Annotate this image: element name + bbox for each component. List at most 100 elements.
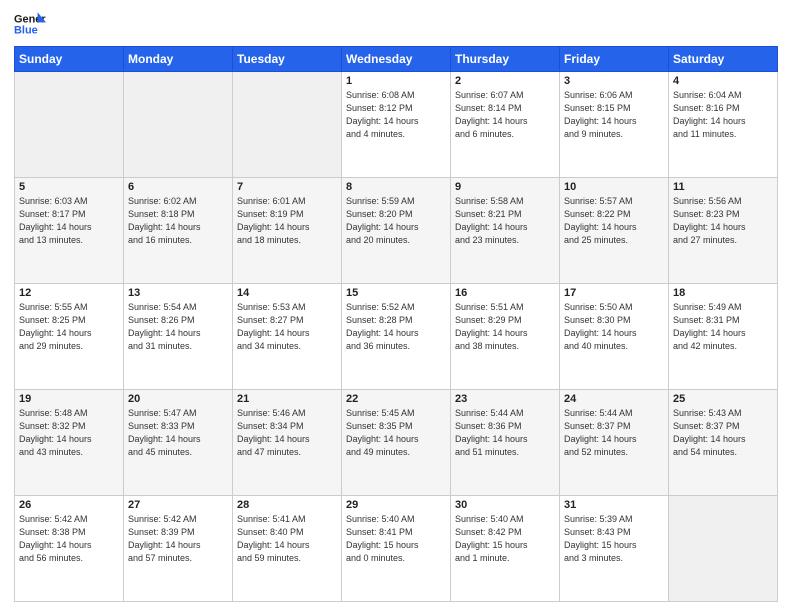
- day-detail: Sunrise: 5:40 AM Sunset: 8:41 PM Dayligh…: [346, 513, 446, 565]
- header: General Blue: [14, 10, 778, 38]
- calendar-cell: 24 Sunrise: 5:44 AM Sunset: 8:37 PM Dayli…: [560, 390, 669, 496]
- day-number: 12: [19, 287, 119, 299]
- calendar-cell: 6Sunrise: 6:02 AM Sunset: 8:18 PM Daylig…: [124, 178, 233, 284]
- day-detail: Sunrise: 6:06 AM Sunset: 8:15 PM Dayligh…: [564, 89, 664, 141]
- calendar-cell: [15, 72, 124, 178]
- day-number: 31: [564, 499, 664, 511]
- calendar-cell: 31 Sunrise: 5:39 AM Sunset: 8:43 PM Dayli…: [560, 496, 669, 602]
- day-number: 19: [19, 393, 119, 405]
- day-number: 11: [673, 181, 773, 193]
- calendar-cell: 15 Sunrise: 5:52 AM Sunset: 8:28 PM Dayli…: [342, 284, 451, 390]
- day-number: 7: [237, 181, 337, 193]
- calendar-cell: 4Sunrise: 6:04 AM Sunset: 8:16 PM Daylig…: [669, 72, 778, 178]
- calendar-cell: 25 Sunrise: 5:43 AM Sunset: 8:37 PM Dayli…: [669, 390, 778, 496]
- day-detail: Sunrise: 6:07 AM Sunset: 8:14 PM Dayligh…: [455, 89, 555, 141]
- calendar-cell: 21 Sunrise: 5:46 AM Sunset: 8:34 PM Dayli…: [233, 390, 342, 496]
- day-detail: Sunrise: 5:44 AM Sunset: 8:36 PM Dayligh…: [455, 407, 555, 459]
- day-number: 14: [237, 287, 337, 299]
- day-number: 30: [455, 499, 555, 511]
- day-header-thursday: Thursday: [451, 47, 560, 72]
- day-number: 23: [455, 393, 555, 405]
- calendar-cell: 17 Sunrise: 5:50 AM Sunset: 8:30 PM Dayli…: [560, 284, 669, 390]
- day-number: 16: [455, 287, 555, 299]
- calendar-cell: 20 Sunrise: 5:47 AM Sunset: 8:33 PM Dayli…: [124, 390, 233, 496]
- day-number: 25: [673, 393, 773, 405]
- calendar-cell: [233, 72, 342, 178]
- day-number: 24: [564, 393, 664, 405]
- day-detail: Sunrise: 5:51 AM Sunset: 8:29 PM Dayligh…: [455, 301, 555, 353]
- calendar-week-2: 5 Sunrise: 6:03 AM Sunset: 8:17 PM Daylig…: [15, 178, 778, 284]
- logo: General Blue: [14, 10, 46, 38]
- calendar-cell: 8 Sunrise: 5:59 AM Sunset: 8:20 PM Daylig…: [342, 178, 451, 284]
- day-number: 9: [455, 181, 555, 193]
- calendar-cell: [669, 496, 778, 602]
- day-detail: Sunrise: 5:52 AM Sunset: 8:28 PM Dayligh…: [346, 301, 446, 353]
- day-number: 26: [19, 499, 119, 511]
- day-detail: Sunrise: 6:08 AM Sunset: 8:12 PM Dayligh…: [346, 89, 446, 141]
- calendar-cell: 23 Sunrise: 5:44 AM Sunset: 8:36 PM Dayli…: [451, 390, 560, 496]
- day-detail: Sunrise: 5:55 AM Sunset: 8:25 PM Dayligh…: [19, 301, 119, 353]
- day-header-friday: Friday: [560, 47, 669, 72]
- calendar-week-1: 1Sunrise: 6:08 AM Sunset: 8:12 PM Daylig…: [15, 72, 778, 178]
- day-number: 29: [346, 499, 446, 511]
- day-number: 5: [19, 181, 119, 193]
- svg-text:Blue: Blue: [14, 24, 38, 36]
- calendar-cell: 5 Sunrise: 6:03 AM Sunset: 8:17 PM Daylig…: [15, 178, 124, 284]
- day-number: 18: [673, 287, 773, 299]
- calendar-cell: 12 Sunrise: 5:55 AM Sunset: 8:25 PM Dayli…: [15, 284, 124, 390]
- day-number: 21: [237, 393, 337, 405]
- day-detail: Sunrise: 5:42 AM Sunset: 8:39 PM Dayligh…: [128, 513, 228, 565]
- calendar-cell: 9 Sunrise: 5:58 AM Sunset: 8:21 PM Daylig…: [451, 178, 560, 284]
- calendar-table: SundayMondayTuesdayWednesdayThursdayFrid…: [14, 46, 778, 602]
- calendar-cell: [124, 72, 233, 178]
- day-header-monday: Monday: [124, 47, 233, 72]
- day-detail: Sunrise: 6:03 AM Sunset: 8:17 PM Dayligh…: [19, 195, 119, 247]
- calendar-cell: 22Sunrise: 5:45 AM Sunset: 8:35 PM Dayli…: [342, 390, 451, 496]
- calendar-cell: 28 Sunrise: 5:41 AM Sunset: 8:40 PM Dayli…: [233, 496, 342, 602]
- calendar-cell: 27 Sunrise: 5:42 AM Sunset: 8:39 PM Dayli…: [124, 496, 233, 602]
- page: General Blue SundayMondayTuesdayWednesda…: [0, 0, 792, 612]
- day-number: 2: [455, 75, 555, 87]
- day-detail: Sunrise: 5:43 AM Sunset: 8:37 PM Dayligh…: [673, 407, 773, 459]
- day-header-tuesday: Tuesday: [233, 47, 342, 72]
- day-detail: Sunrise: 5:53 AM Sunset: 8:27 PM Dayligh…: [237, 301, 337, 353]
- day-detail: Sunrise: 5:46 AM Sunset: 8:34 PM Dayligh…: [237, 407, 337, 459]
- day-header-wednesday: Wednesday: [342, 47, 451, 72]
- calendar-cell: 7Sunrise: 6:01 AM Sunset: 8:19 PM Daylig…: [233, 178, 342, 284]
- calendar-cell: 16 Sunrise: 5:51 AM Sunset: 8:29 PM Dayli…: [451, 284, 560, 390]
- calendar-cell: 3 Sunrise: 6:06 AM Sunset: 8:15 PM Daylig…: [560, 72, 669, 178]
- day-number: 15: [346, 287, 446, 299]
- calendar-cell: 29 Sunrise: 5:40 AM Sunset: 8:41 PM Dayli…: [342, 496, 451, 602]
- calendar-cell: 13Sunrise: 5:54 AM Sunset: 8:26 PM Dayli…: [124, 284, 233, 390]
- day-detail: Sunrise: 5:42 AM Sunset: 8:38 PM Dayligh…: [19, 513, 119, 565]
- day-detail: Sunrise: 5:50 AM Sunset: 8:30 PM Dayligh…: [564, 301, 664, 353]
- logo-icon: General Blue: [14, 10, 46, 38]
- day-detail: Sunrise: 5:58 AM Sunset: 8:21 PM Dayligh…: [455, 195, 555, 247]
- calendar-cell: 11 Sunrise: 5:56 AM Sunset: 8:23 PM Dayli…: [669, 178, 778, 284]
- day-detail: Sunrise: 5:39 AM Sunset: 8:43 PM Dayligh…: [564, 513, 664, 565]
- calendar-cell: 30 Sunrise: 5:40 AM Sunset: 8:42 PM Dayli…: [451, 496, 560, 602]
- calendar-cell: 19Sunrise: 5:48 AM Sunset: 8:32 PM Dayli…: [15, 390, 124, 496]
- day-number: 27: [128, 499, 228, 511]
- day-detail: Sunrise: 5:54 AM Sunset: 8:26 PM Dayligh…: [128, 301, 228, 353]
- calendar-cell: 2 Sunrise: 6:07 AM Sunset: 8:14 PM Daylig…: [451, 72, 560, 178]
- day-number: 20: [128, 393, 228, 405]
- day-number: 4: [673, 75, 773, 87]
- day-number: 28: [237, 499, 337, 511]
- day-number: 3: [564, 75, 664, 87]
- day-detail: Sunrise: 5:41 AM Sunset: 8:40 PM Dayligh…: [237, 513, 337, 565]
- day-number: 17: [564, 287, 664, 299]
- day-header-saturday: Saturday: [669, 47, 778, 72]
- day-detail: Sunrise: 5:47 AM Sunset: 8:33 PM Dayligh…: [128, 407, 228, 459]
- day-number: 10: [564, 181, 664, 193]
- day-detail: Sunrise: 5:56 AM Sunset: 8:23 PM Dayligh…: [673, 195, 773, 247]
- calendar-cell: 26 Sunrise: 5:42 AM Sunset: 8:38 PM Dayli…: [15, 496, 124, 602]
- day-number: 8: [346, 181, 446, 193]
- calendar-cell: 18Sunrise: 5:49 AM Sunset: 8:31 PM Dayli…: [669, 284, 778, 390]
- day-detail: Sunrise: 5:57 AM Sunset: 8:22 PM Dayligh…: [564, 195, 664, 247]
- day-detail: Sunrise: 5:59 AM Sunset: 8:20 PM Dayligh…: [346, 195, 446, 247]
- calendar-week-5: 26 Sunrise: 5:42 AM Sunset: 8:38 PM Dayli…: [15, 496, 778, 602]
- day-detail: Sunrise: 5:44 AM Sunset: 8:37 PM Dayligh…: [564, 407, 664, 459]
- day-detail: Sunrise: 5:40 AM Sunset: 8:42 PM Dayligh…: [455, 513, 555, 565]
- calendar-cell: 10 Sunrise: 5:57 AM Sunset: 8:22 PM Dayli…: [560, 178, 669, 284]
